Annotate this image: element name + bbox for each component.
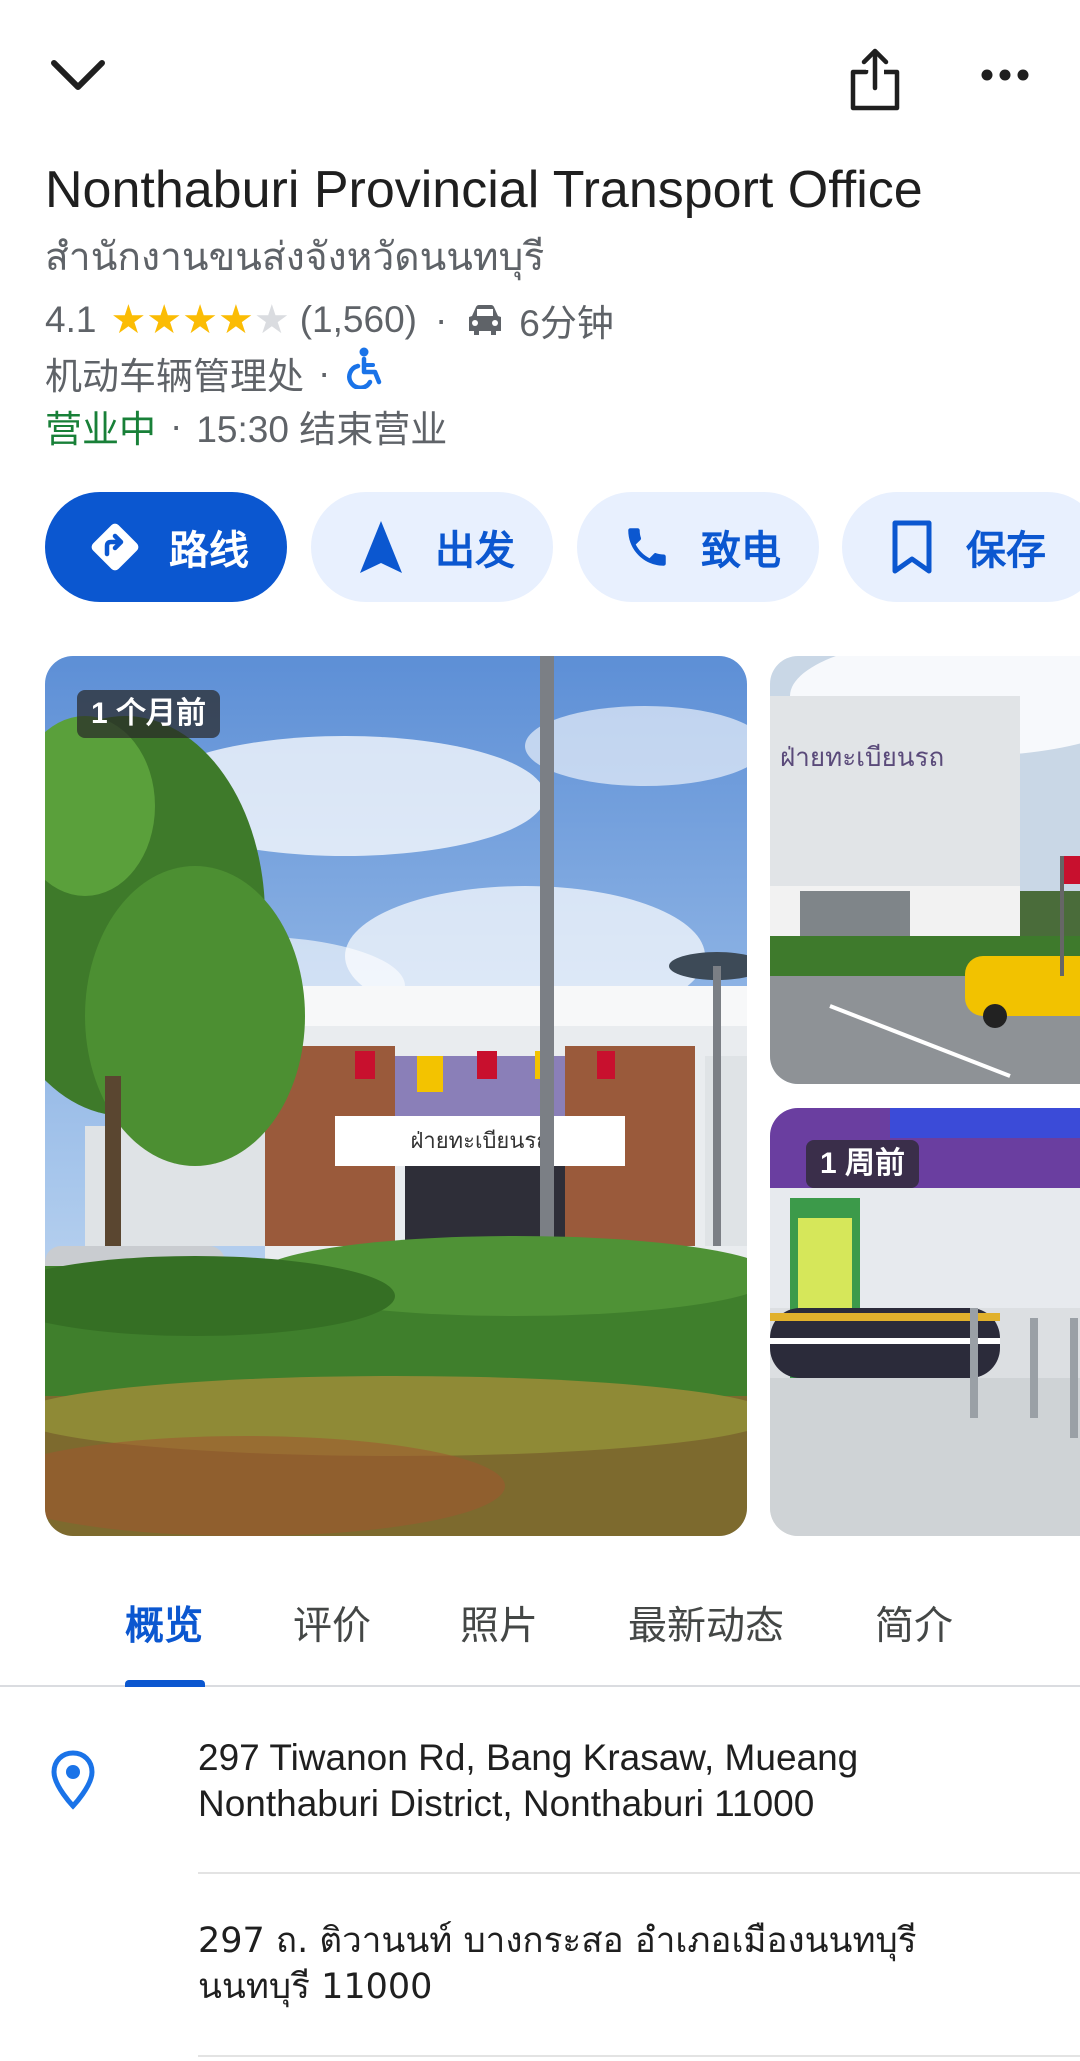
- separator-dot: ·: [170, 404, 183, 446]
- directions-icon: [85, 517, 145, 577]
- rating-value: 4.1: [45, 299, 97, 340]
- tab-reviews[interactable]: 评价: [293, 1595, 371, 1651]
- building-sign: ฝ่ายทะเบียนรถ: [410, 1129, 549, 1154]
- separator-dot: ·: [318, 351, 331, 393]
- photo-age-badge: 1 个月前: [77, 690, 221, 738]
- more-horizontal-icon[interactable]: [965, 50, 1045, 100]
- call-button[interactable]: 致电: [577, 492, 819, 602]
- share-icon[interactable]: [840, 40, 910, 120]
- action-buttons: 路线 出发 致电 保存: [45, 492, 1080, 602]
- directions-label: 路线: [169, 529, 249, 573]
- review-count: (1,560): [299, 299, 417, 340]
- directions-button[interactable]: 路线: [45, 492, 287, 602]
- side-building-sign: ฝ่ายทะเบียนรถ: [780, 743, 944, 773]
- address-line-2[interactable]: Nonthaburi District, Nonthaburi 11000: [198, 1781, 1058, 1827]
- save-label: 保存: [966, 529, 1046, 573]
- photo-gallery: ฝ่ายทะเบียนรถ 1 个月前 ฝ่ายทะเบียนรถ 1 周前: [45, 656, 1080, 1536]
- separator-dot: ·: [434, 299, 448, 340]
- main-photo[interactable]: ฝ่ายทะเบียนรถ 1 个月前: [45, 656, 747, 1536]
- star-icon: ★: [110, 297, 147, 343]
- thai-address-line-1[interactable]: 297 ถ. ติวานนท์ บางกระสอ อำเภอเมืองนนทบุ…: [198, 1918, 1058, 1964]
- address-line-1[interactable]: 297 Tiwanon Rd, Bang Krasaw, Mueang: [198, 1735, 1058, 1781]
- divider: [198, 1872, 1080, 1874]
- star-empty-icon: ★: [253, 297, 290, 343]
- car-icon: [465, 303, 505, 337]
- top-bar: [0, 0, 1080, 150]
- call-label: 致电: [701, 529, 781, 573]
- location-pin-icon: [50, 1750, 105, 1815]
- star-icon: ★: [146, 297, 183, 343]
- place-category: 机动车辆管理处: [45, 355, 304, 397]
- chevron-down-icon[interactable]: [40, 45, 115, 105]
- start-label: 出发: [435, 529, 515, 573]
- place-title: Nonthaburi Provincial Transport Office: [45, 161, 923, 219]
- thai-address-line-2[interactable]: นนทบุรี 11000: [198, 1964, 1058, 2010]
- side-photo-top[interactable]: ฝ่ายทะเบียนรถ: [770, 656, 1080, 1084]
- bookmark-icon: [882, 517, 942, 577]
- closing-time: 15:30 结束营业: [196, 408, 448, 450]
- side-photo-bottom[interactable]: 1 周前: [770, 1108, 1080, 1536]
- divider: [198, 2055, 1080, 2057]
- tab-updates[interactable]: 最新动态: [628, 1595, 784, 1651]
- tab-about[interactable]: 简介: [875, 1595, 953, 1651]
- tab-photos[interactable]: 照片: [460, 1595, 538, 1651]
- active-tab-indicator: [125, 1680, 205, 1687]
- navigation-arrow-icon: [351, 517, 411, 577]
- rating-row[interactable]: 4.1 ★ ★ ★ ★ ★ (1,560) · 6分钟: [45, 290, 614, 350]
- category-row: 机动车辆管理处 ·: [45, 345, 384, 400]
- star-rating: ★ ★ ★ ★ ★: [110, 300, 289, 340]
- hours-status-row[interactable]: 营业中 · 15:30 结束营业: [45, 398, 447, 453]
- tab-bar: 概览 评价 照片 最新动态 简介: [0, 1565, 1080, 1687]
- wheelchair-accessible-icon[interactable]: [344, 347, 384, 398]
- start-button[interactable]: 出发: [311, 492, 553, 602]
- save-button[interactable]: 保存: [842, 492, 1080, 602]
- phone-icon: [617, 517, 677, 577]
- open-status: 营业中: [45, 408, 156, 450]
- star-icon: ★: [218, 297, 254, 343]
- star-icon: ★: [182, 297, 219, 343]
- place-local-name: สำนักงานขนส่งจังหวัดนนทบุรี: [45, 235, 545, 280]
- tab-overview[interactable]: 概览: [125, 1595, 203, 1651]
- photo-age-badge: 1 周前: [806, 1140, 920, 1188]
- drive-time: 6分钟: [519, 303, 614, 344]
